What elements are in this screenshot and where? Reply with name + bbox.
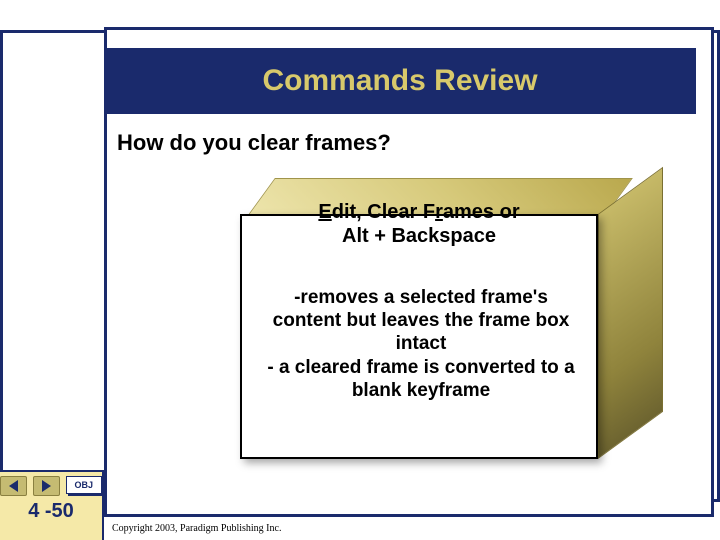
chevron-right-icon (42, 480, 51, 492)
nav-buttons-row: OBJ (0, 476, 102, 496)
question-text: How do you clear frames? (117, 130, 391, 156)
chevron-left-icon (9, 480, 18, 492)
obj-button[interactable]: OBJ (66, 476, 102, 494)
slide-title: Commands Review (262, 64, 537, 98)
nav-footer: OBJ 4 -50 (0, 470, 104, 540)
title-bar: Commands Review (104, 48, 696, 114)
copyright-text: Copyright 2003, Paradigm Publishing Inc. (112, 523, 281, 534)
prev-button[interactable] (0, 476, 27, 496)
slide-number: 4 -50 (0, 500, 102, 523)
next-button[interactable] (33, 476, 60, 496)
obj-button-label: OBJ (75, 480, 94, 490)
answer-description: -removes a selected frame's content but … (258, 286, 584, 402)
answer-primary: Edit, Clear Frames or Alt + Backspace (248, 200, 590, 249)
cube-face-right (598, 167, 663, 459)
